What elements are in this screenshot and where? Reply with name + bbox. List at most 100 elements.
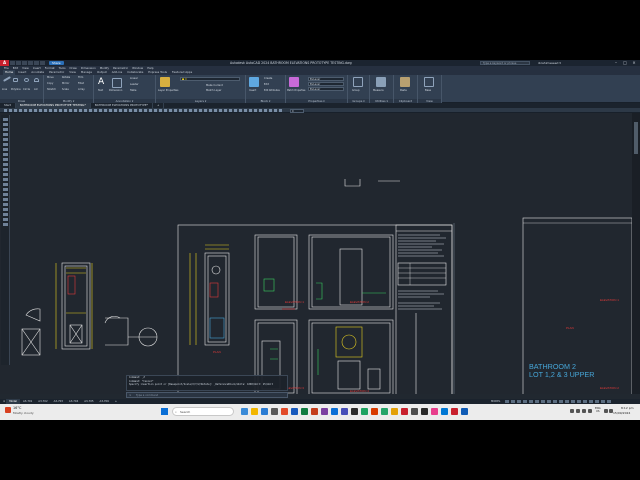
palette-icon[interactable] [3,213,8,216]
osnap-toggle-icon[interactable] [529,400,533,403]
word-icon[interactable] [291,408,298,415]
toolbar-icon[interactable] [69,109,72,112]
file-explorer-icon[interactable] [251,408,258,415]
autocad-taskbar-icon[interactable] [401,408,408,415]
weather-temperature[interactable]: 16°C [13,406,21,410]
palette-icon[interactable] [3,138,8,141]
layer-properties-button[interactable]: Layer Properties [158,89,178,92]
make-current-button[interactable]: Make Current [206,84,223,87]
toolbar-icon[interactable] [79,109,82,112]
palette-icon[interactable] [3,193,8,196]
whatsapp-icon[interactable] [381,408,388,415]
lineweight-toggle-icon[interactable] [541,400,545,403]
paste-icon[interactable] [400,77,410,87]
measure-button[interactable]: Measure [373,89,384,92]
toolbar-icon[interactable] [149,109,152,112]
grid-toggle-icon[interactable] [505,400,509,403]
toolbar-icon[interactable] [279,109,282,112]
palette-icon[interactable] [3,153,8,156]
taskbar-app-icon[interactable] [421,408,428,415]
copy-button[interactable]: Copy [47,82,53,85]
line-button[interactable]: Line [2,88,7,91]
palette-icon[interactable] [3,163,8,166]
taskbar-app-icon[interactable] [431,408,438,415]
group-button[interactable]: Group [352,89,360,92]
fillet-button[interactable]: Fillet [78,82,84,85]
units-icon[interactable] [571,400,575,403]
taskbar-app-icon[interactable] [241,408,248,415]
save-as-icon[interactable] [28,61,33,65]
toolbar-icon[interactable] [234,109,237,112]
toolbar-icon[interactable] [209,109,212,112]
toolbar-icon[interactable] [229,109,232,112]
palette-icon[interactable] [3,168,8,171]
toolbar-icon[interactable] [94,109,97,112]
toolbar-icon[interactable] [34,109,37,112]
toolbar-icon[interactable] [29,109,32,112]
vertical-scrollbar[interactable] [632,113,640,394]
toolbar-icon[interactable] [74,109,77,112]
palette-icon[interactable] [3,158,8,161]
create-block-button[interactable]: Create [264,77,272,80]
toolbar-icon[interactable] [179,109,182,112]
palette-icon[interactable] [3,208,8,211]
toolbar-icon[interactable] [219,109,222,112]
mirror-button[interactable]: Mirror [62,82,69,85]
toolbar-icon[interactable] [4,109,7,112]
match-layer-button[interactable]: Match Layer [206,89,221,92]
edit-attributes-button[interactable]: Edit Attributes [264,89,280,92]
toolbar-icon[interactable] [54,109,57,112]
line-icon[interactable] [3,76,11,82]
match-properties-button[interactable]: Match Properties [287,89,305,92]
command-input[interactable]: × Type a command [126,392,288,398]
layer-dropdown[interactable]: ■ 0 [180,77,240,81]
wifi-icon[interactable] [604,409,608,413]
insert-button[interactable]: Insert [249,89,256,92]
clean-screen-icon[interactable] [601,400,605,403]
taskbar-search-input[interactable]: ⌕ Search [172,407,234,416]
toolbar-icon[interactable] [199,109,202,112]
toolbar-icon[interactable] [144,109,147,112]
dimension-icon[interactable] [112,78,122,88]
palette-icon[interactable] [3,148,8,151]
polyline-button[interactable]: Polyline [11,88,21,91]
toolbar-icon[interactable] [9,109,12,112]
toolbar-icon[interactable] [259,109,262,112]
selection-cycling-icon[interactable] [553,400,557,403]
toolbar-icon[interactable] [239,109,242,112]
palette-icon[interactable] [3,203,8,206]
toolbar-icon[interactable] [159,109,162,112]
palette-icon[interactable] [3,188,8,191]
palette-icon[interactable] [3,143,8,146]
toolbar-icon[interactable] [109,109,112,112]
base-button[interactable]: Base [425,89,431,92]
toolbar-icon[interactable] [49,109,52,112]
weather-icon[interactable] [5,407,11,413]
excel-icon[interactable] [301,408,308,415]
toolbar-icon[interactable] [99,109,102,112]
measure-icon[interactable] [376,77,386,87]
toolbar-icon[interactable] [119,109,122,112]
linear-button[interactable]: Linear [130,77,138,80]
array-button[interactable]: Array [78,88,85,91]
palette-icon[interactable] [3,218,8,221]
palette-icon[interactable] [3,198,8,201]
palette-icon[interactable] [3,133,8,136]
vertical-scrollbar-thumb[interactable] [634,122,638,154]
toolbar-icon[interactable] [254,109,257,112]
help-search-input[interactable]: Type a keyword or phrase [480,61,530,65]
toolbar-icon[interactable] [169,109,172,112]
arc-icon[interactable] [34,78,39,82]
taskbar-app-icon[interactable] [461,408,468,415]
quick-properties-icon[interactable] [577,400,581,403]
lock-ui-icon[interactable] [583,400,587,403]
taskbar-app-icon[interactable] [451,408,458,415]
clock-date[interactable]: 15/09/2024 [613,411,630,415]
powerpoint-icon[interactable] [311,408,318,415]
polar-toggle-icon[interactable] [523,400,527,403]
layer-properties-icon[interactable] [160,77,170,87]
toolbar-icon[interactable] [244,109,247,112]
text-icon[interactable]: A [98,77,108,87]
undo-icon[interactable] [34,61,39,65]
tray-chevron-icon[interactable] [570,409,574,413]
